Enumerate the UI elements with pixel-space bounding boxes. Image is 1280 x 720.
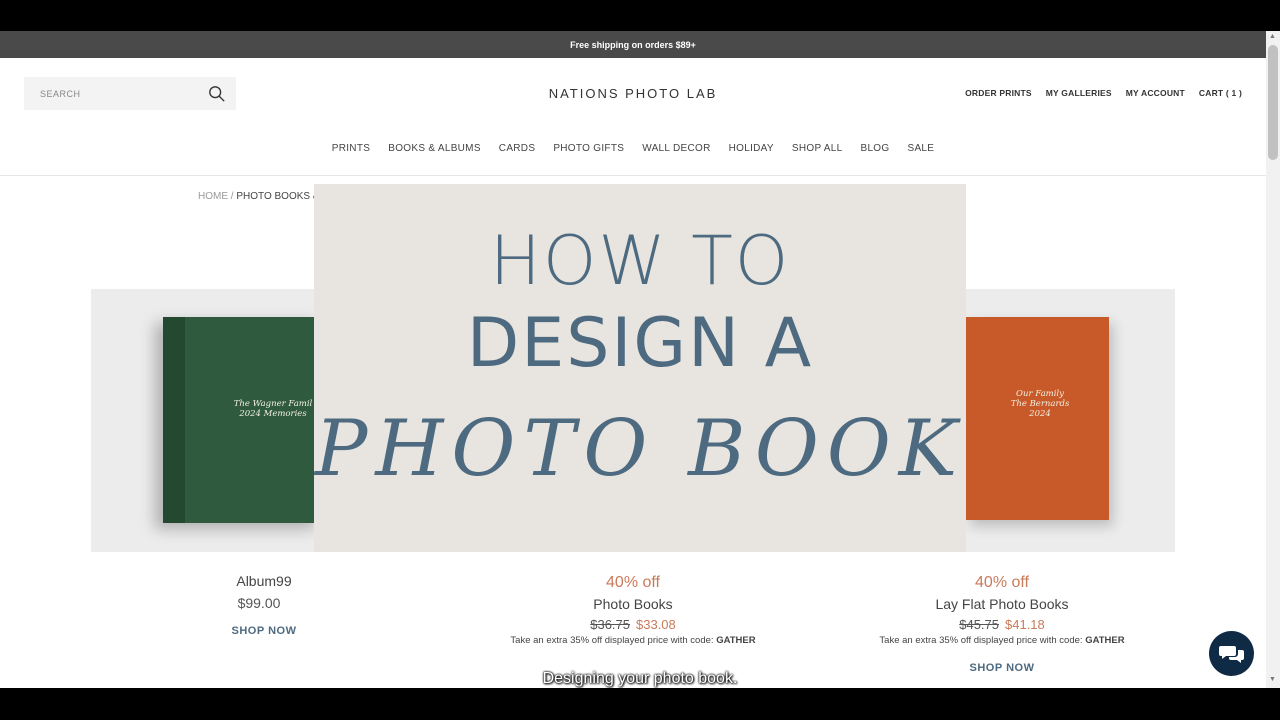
nav-item-books-albums[interactable]: BOOKS & ALBUMS: [388, 143, 481, 154]
header-divider: [0, 175, 1266, 176]
scrollbar[interactable]: ▲ ▼: [1266, 31, 1280, 688]
cover-text-line: 2024 Memories: [239, 409, 307, 419]
discount-label: 40% off: [606, 574, 660, 591]
promo-code: GATHER: [716, 635, 756, 646]
promo-message: Take an extra 35% off displayed price wi…: [879, 635, 1083, 646]
my-account-link[interactable]: MY ACCOUNT: [1126, 88, 1185, 98]
breadcrumb: HOME / PHOTO BOOKS &: [198, 191, 320, 202]
nav-item-cards[interactable]: CARDS: [499, 143, 536, 154]
sale-price: $33.08: [636, 617, 676, 632]
green-album-cover: The Wagner Famil 2024 Memories: [163, 317, 314, 523]
album-cover-text: The Wagner Famil 2024 Memories: [223, 399, 314, 419]
overlay-line-1: HOW TO: [489, 222, 791, 301]
video-title-overlay: HOW TO DESIGN A PHOTO BOOK: [314, 184, 966, 552]
discount-label: 40% off: [975, 574, 1029, 591]
breadcrumb-separator: /: [230, 191, 234, 202]
cover-text-line: The Wagner Famil: [233, 399, 313, 409]
breadcrumb-current: PHOTO BOOKS &: [236, 191, 320, 202]
overlay-line-2: DESIGN A: [466, 304, 814, 383]
product-card-album99: Album99 $99.00 SHOP NOW: [164, 573, 364, 637]
original-price: $45.75: [959, 617, 999, 632]
shop-now-button[interactable]: SHOP NOW: [164, 625, 364, 637]
nav-item-blog[interactable]: BLOG: [860, 143, 889, 154]
album99-image[interactable]: The Wagner Famil 2024 Memories: [91, 289, 314, 552]
product-name[interactable]: Album99: [164, 573, 364, 589]
promo-text: Take an extra 35% off displayed price wi…: [463, 635, 803, 646]
utility-nav: ORDER PRINTS MY GALLERIES MY ACCOUNT CAR…: [965, 88, 1242, 98]
book-cover-text: Our Family The Bernards 2024: [990, 389, 1090, 419]
nav-item-holiday[interactable]: HOLIDAY: [729, 143, 774, 154]
album-spine: [163, 317, 185, 523]
cover-text-line: Our Family: [1016, 389, 1064, 399]
product-price: $45.75 $41.18: [832, 617, 1172, 632]
cart-link[interactable]: CART ( 1 ): [1199, 88, 1242, 98]
scrollbar-thumb[interactable]: [1268, 45, 1278, 160]
sale-price: $41.18: [1005, 617, 1045, 632]
nav-item-sale[interactable]: SALE: [907, 143, 934, 154]
announcement-bar: Free shipping on orders $89+: [0, 31, 1266, 58]
cover-text-line: 2024: [1029, 409, 1051, 419]
scroll-up-arrow-icon[interactable]: ▲: [1269, 33, 1276, 40]
promo-code: GATHER: [1085, 635, 1125, 646]
webpage: Free shipping on orders $89+ NATIONS PHO…: [0, 31, 1266, 688]
promo-text: Take an extra 35% off displayed price wi…: [832, 635, 1172, 646]
product-price: $99.00: [237, 595, 281, 611]
original-price: $36.75: [590, 617, 630, 632]
my-galleries-link[interactable]: MY GALLERIES: [1046, 88, 1112, 98]
orange-book-cover: Our Family The Bernards 2024: [966, 317, 1109, 520]
product-card-photo-books: 40% off Photo Books $36.75 $33.08 Take an…: [463, 574, 803, 646]
nav-item-prints[interactable]: PRINTS: [332, 143, 370, 154]
product-name[interactable]: Lay Flat Photo Books: [832, 596, 1172, 612]
main-nav: PRINTS BOOKS & ALBUMS CARDS PHOTO GIFTS …: [0, 143, 1266, 154]
overlay-line-3: PHOTO BOOK: [314, 404, 966, 494]
chat-icon: [1218, 645, 1244, 663]
nav-item-photo-gifts[interactable]: PHOTO GIFTS: [553, 143, 624, 154]
product-name[interactable]: Photo Books: [463, 596, 803, 612]
product-card-lay-flat: 40% off Lay Flat Photo Books $45.75 $41.1…: [832, 574, 1172, 674]
announcement-text: Free shipping on orders $89+: [570, 39, 696, 50]
nav-item-wall-decor[interactable]: WALL DECOR: [642, 143, 710, 154]
video-caption: Designing your photo book.: [542, 670, 738, 687]
nav-item-shop-all[interactable]: SHOP ALL: [792, 143, 843, 154]
product-price: $36.75 $33.08: [463, 617, 803, 632]
breadcrumb-home[interactable]: HOME: [198, 191, 228, 202]
cover-text-line: The Bernards: [1010, 399, 1070, 409]
promo-message: Take an extra 35% off displayed price wi…: [510, 635, 714, 646]
layflat-book-image[interactable]: Our Family The Bernards 2024: [966, 289, 1175, 552]
order-prints-link[interactable]: ORDER PRINTS: [965, 88, 1032, 98]
